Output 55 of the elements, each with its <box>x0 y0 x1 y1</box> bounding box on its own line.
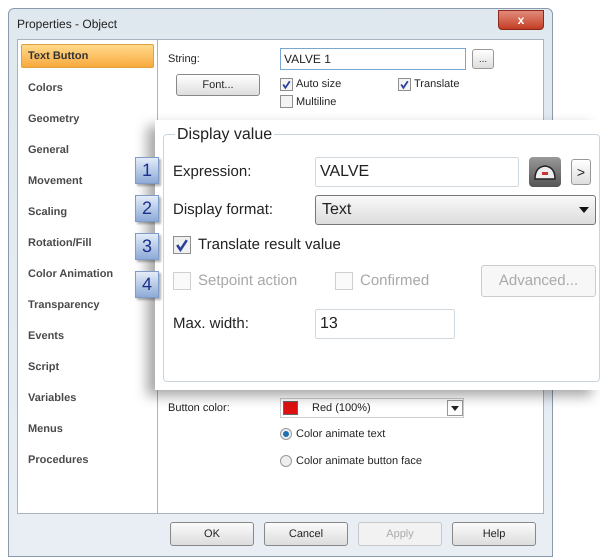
expression-field[interactable]: VALVE <box>315 157 519 187</box>
dialog-button[interactable]: Help <box>452 522 536 546</box>
radio-label: Color animate text <box>296 427 386 442</box>
radio-button[interactable] <box>280 454 292 467</box>
close-button[interactable]: x <box>498 10 544 30</box>
field-label: Expression: <box>173 162 252 182</box>
step-number-badge: 4 <box>135 271 159 298</box>
field-label: Max. width: <box>173 314 250 334</box>
tag-browser-icon[interactable] <box>529 157 561 187</box>
dialog-button[interactable]: OK <box>170 522 254 546</box>
checkbox-label: Setpoint action <box>198 270 298 291</box>
step-number-badge: 2 <box>135 195 159 222</box>
checkbox-label: Auto size <box>296 77 342 92</box>
max-width-field[interactable]: 13 <box>315 309 455 339</box>
step-number-badge: 1 <box>135 157 159 184</box>
sidebar-item[interactable]: Rotation/Fill <box>21 232 99 254</box>
sidebar-item[interactable]: Procedures <box>21 449 96 471</box>
dropdown-value: Text <box>322 200 352 220</box>
checkbox-label: Multiline <box>296 94 336 110</box>
sidebar-item[interactable]: Events <box>21 325 72 347</box>
browse-button[interactable]: ... <box>472 49 494 69</box>
dropdown-arrow-icon <box>579 207 589 213</box>
checkbox-label: Confirmed <box>360 270 430 291</box>
step-number-badge: 3 <box>135 233 159 260</box>
dialog-button[interactable]: Cancel <box>264 522 348 546</box>
checkbox[interactable] <box>280 78 293 91</box>
radio-button[interactable] <box>280 428 292 440</box>
display-format-dropdown[interactable]: Text <box>315 195 596 225</box>
sidebar-item[interactable]: Variables <box>21 387 84 409</box>
checkbox[interactable] <box>173 236 191 254</box>
string-field[interactable]: VALVE 1 <box>280 48 466 70</box>
dropdown-value: Red (100%) <box>312 400 372 416</box>
sidebar-item[interactable]: Color Animation <box>21 263 120 285</box>
sidebar-item[interactable]: General <box>21 139 76 161</box>
sidebar-item[interactable]: Movement <box>21 170 90 192</box>
checkbox[interactable] <box>398 78 411 91</box>
sidebar-item[interactable]: Text Button <box>21 44 154 68</box>
checkbox[interactable] <box>280 95 293 108</box>
radio-label: Color animate button face <box>296 454 422 468</box>
window-title: Properties - Object <box>17 16 118 33</box>
font-button[interactable]: Font... <box>176 74 260 96</box>
checkbox-label: Translate result value <box>198 234 341 255</box>
color-swatch <box>283 401 298 415</box>
button-color-dropdown[interactable]: Red (100%) <box>280 398 464 418</box>
sidebar-item[interactable]: Scaling <box>21 201 74 223</box>
expand-button[interactable]: > <box>571 159 591 185</box>
sidebar-item[interactable]: Transparency <box>21 294 107 316</box>
sidebar-item[interactable]: Colors <box>21 77 70 99</box>
sidebar-item[interactable]: Menus <box>21 418 70 440</box>
field-label: Display format: <box>173 200 274 220</box>
sidebar-item[interactable]: Script <box>21 356 66 378</box>
checkbox-label: Translate <box>414 77 460 92</box>
sidebar-item[interactable]: Geometry <box>21 108 86 130</box>
field-label: String: <box>168 52 201 67</box>
field-label: Button color: <box>168 400 231 416</box>
